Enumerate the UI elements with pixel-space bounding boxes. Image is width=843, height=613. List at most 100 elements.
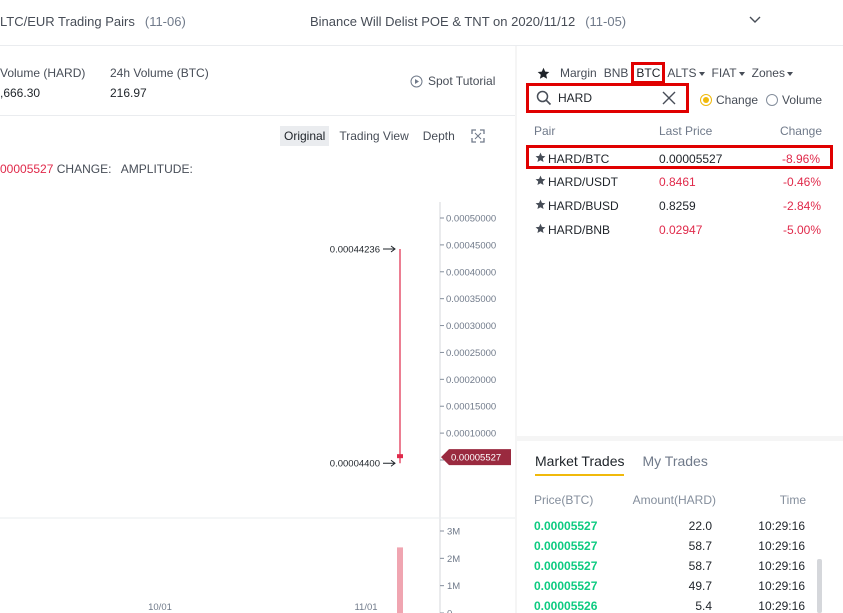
radio-volume[interactable]: Volume bbox=[766, 93, 822, 107]
tab-depth[interactable]: Depth bbox=[419, 126, 459, 146]
price-axis-label: 0.00015000 bbox=[446, 402, 496, 413]
tab-btc[interactable]: BTC bbox=[631, 62, 666, 84]
trade-time: 10:29:16 bbox=[758, 559, 805, 573]
pair-row-hard-usdt[interactable]: HARD/USDT 0.8461 -0.46% bbox=[517, 169, 843, 193]
trade-amount: 5.4 bbox=[695, 599, 712, 613]
star-icon[interactable] bbox=[535, 199, 546, 210]
stat-volume-btc: 24h Volume (BTC) 216.97 bbox=[110, 66, 209, 100]
chevron-down-icon[interactable] bbox=[748, 12, 762, 26]
price-chart[interactable]: 0.00050000 0.00045000 0.00040000 0.00035000… bbox=[0, 162, 515, 519]
fullscreen-icon[interactable] bbox=[471, 129, 485, 143]
trade-price: 0.00005527 bbox=[534, 519, 598, 533]
tab-zones-label: Zones bbox=[751, 66, 785, 80]
chart-info-change: CHANGE: bbox=[56, 162, 112, 176]
x-axis-label: 10/01 bbox=[148, 602, 172, 613]
high-price-label: 0.00044236 bbox=[330, 244, 380, 255]
low-price-label: 0.00004400 bbox=[330, 459, 380, 470]
chart-info-price: 00005527 bbox=[0, 162, 54, 176]
trade-row: 0.00005526 5.4 10:29:16 bbox=[517, 599, 843, 613]
col-pair[interactable]: Pair bbox=[534, 124, 555, 138]
pair-price: 0.8461 bbox=[659, 175, 696, 189]
pair-name: HARD/BTC bbox=[548, 152, 610, 166]
trade-price: 0.00005527 bbox=[534, 539, 598, 553]
trades-scrollbar[interactable] bbox=[817, 559, 822, 613]
pair-price: 0.00005527 bbox=[659, 152, 723, 166]
pair-row-hard-busd[interactable]: HARD/BUSD 0.8259 -2.84% bbox=[517, 193, 843, 217]
tab-my-trades[interactable]: My Trades bbox=[642, 453, 707, 476]
tab-zones[interactable]: Zones bbox=[752, 66, 793, 80]
trade-row: 0.00005527 22.0 10:29:16 bbox=[517, 519, 843, 539]
pair-price: 0.02947 bbox=[659, 223, 703, 237]
stat-value: ,666.30 bbox=[0, 86, 41, 100]
trade-price: 0.00005527 bbox=[534, 559, 598, 573]
volume-chart[interactable]: 3M 2M 1M 0 10/01 11/01 bbox=[0, 519, 515, 613]
pair-change: -2.84% bbox=[782, 199, 821, 213]
pairs-header: Pair Last Price Change bbox=[517, 122, 843, 142]
chart-view-tabs: Original Trading View Depth bbox=[280, 126, 485, 146]
tab-original[interactable]: Original bbox=[280, 126, 330, 146]
play-circle-icon bbox=[410, 75, 423, 87]
news-title: Binance Will Delist POE & TNT on 2020/11… bbox=[310, 14, 576, 29]
chart-ohlc-info: 00005527 CHANGE: AMPLITUDE: bbox=[0, 162, 193, 176]
tab-market-trades[interactable]: Market Trades bbox=[535, 453, 625, 476]
last-price-label: 0.00005527 bbox=[451, 453, 501, 464]
trade-row: 0.00005527 58.7 10:29:16 bbox=[517, 559, 843, 579]
trade-amount: 49.7 bbox=[688, 579, 712, 593]
col-time: Time bbox=[779, 493, 806, 507]
price-axis-label: 0.00025000 bbox=[446, 348, 496, 359]
trade-price: 0.00005527 bbox=[534, 579, 598, 593]
trade-price: 0.00005526 bbox=[534, 599, 598, 613]
trade-row: 0.00005527 58.7 10:29:16 bbox=[517, 539, 843, 559]
pair-name: HARD/USDT bbox=[548, 175, 619, 189]
pair-search-box bbox=[526, 83, 689, 113]
pair-row-hard-bnb[interactable]: HARD/BNB 0.02947 -5.00% bbox=[517, 217, 843, 241]
tab-bnb[interactable]: BNB bbox=[604, 66, 629, 80]
radio-indicator bbox=[700, 94, 712, 106]
trade-row: 0.00005527 49.7 10:29:16 bbox=[517, 579, 843, 599]
tab-alts[interactable]: ALTS bbox=[667, 66, 705, 80]
stat-label: 24h Volume (BTC) bbox=[110, 66, 209, 80]
price-axis-label: 0.00040000 bbox=[446, 267, 496, 278]
spot-tutorial-label: Spot Tutorial bbox=[428, 74, 496, 88]
trade-time: 10:29:16 bbox=[758, 519, 805, 533]
sort-radio-group: Change Volume bbox=[700, 93, 830, 107]
spot-tutorial-link[interactable]: Spot Tutorial bbox=[410, 74, 495, 88]
tab-fiat-label: FIAT bbox=[711, 66, 737, 80]
stat-volume-hard: Volume (HARD) ,666.30 bbox=[0, 66, 85, 100]
col-last-price[interactable]: Last Price bbox=[659, 124, 712, 138]
caret-down-icon bbox=[786, 71, 793, 76]
x-axis-label: 11/01 bbox=[354, 602, 377, 613]
news-item[interactable]: Binance Will Delist POE & TNT on 2020/11… bbox=[310, 14, 626, 29]
star-icon[interactable] bbox=[535, 223, 546, 234]
tab-trading-view[interactable]: Trading View bbox=[335, 126, 412, 146]
pair-change: -8.96% bbox=[781, 152, 820, 166]
col-price: Price(BTC) bbox=[534, 493, 594, 507]
candle-body bbox=[397, 454, 403, 459]
trade-amount: 58.7 bbox=[688, 539, 712, 553]
trade-time: 10:29:16 bbox=[758, 579, 805, 593]
chart-panel: Volume (HARD) ,666.30 24h Volume (BTC) 2… bbox=[0, 46, 515, 613]
price-axis-label: 0.00045000 bbox=[446, 240, 496, 251]
trade-amount: 58.7 bbox=[688, 559, 712, 573]
star-icon[interactable] bbox=[535, 152, 546, 163]
caret-down-icon bbox=[698, 71, 705, 76]
tab-fiat[interactable]: FIAT bbox=[712, 66, 745, 80]
volume-axis-label: 1M bbox=[447, 581, 460, 592]
pair-row-hard-btc[interactable]: HARD/BTC 0.00005527 -8.96% bbox=[526, 145, 833, 169]
radio-change[interactable]: Change bbox=[700, 93, 758, 107]
col-change[interactable]: Change bbox=[780, 124, 822, 138]
pair-change: -5.00% bbox=[782, 223, 821, 237]
trade-time: 10:29:16 bbox=[758, 539, 805, 553]
market-panel: Margin BNB BTC ALTS FIAT Zones Change Vo… bbox=[517, 46, 843, 436]
market-tabs: Margin BNB BTC ALTS FIAT Zones bbox=[537, 62, 800, 84]
star-icon[interactable] bbox=[535, 175, 546, 186]
arrow-right-icon bbox=[383, 245, 396, 253]
ticker-stats: Volume (HARD) ,666.30 24h Volume (BTC) 2… bbox=[0, 46, 515, 116]
tab-alts-label: ALTS bbox=[667, 66, 697, 80]
col-amount: Amount(HARD) bbox=[632, 493, 716, 507]
search-input[interactable] bbox=[558, 91, 658, 105]
news-item[interactable]: LTC/EUR Trading Pairs (11-06) bbox=[0, 14, 186, 29]
star-icon[interactable] bbox=[537, 67, 550, 80]
tab-margin[interactable]: Margin bbox=[560, 66, 597, 80]
close-icon[interactable] bbox=[662, 91, 676, 105]
